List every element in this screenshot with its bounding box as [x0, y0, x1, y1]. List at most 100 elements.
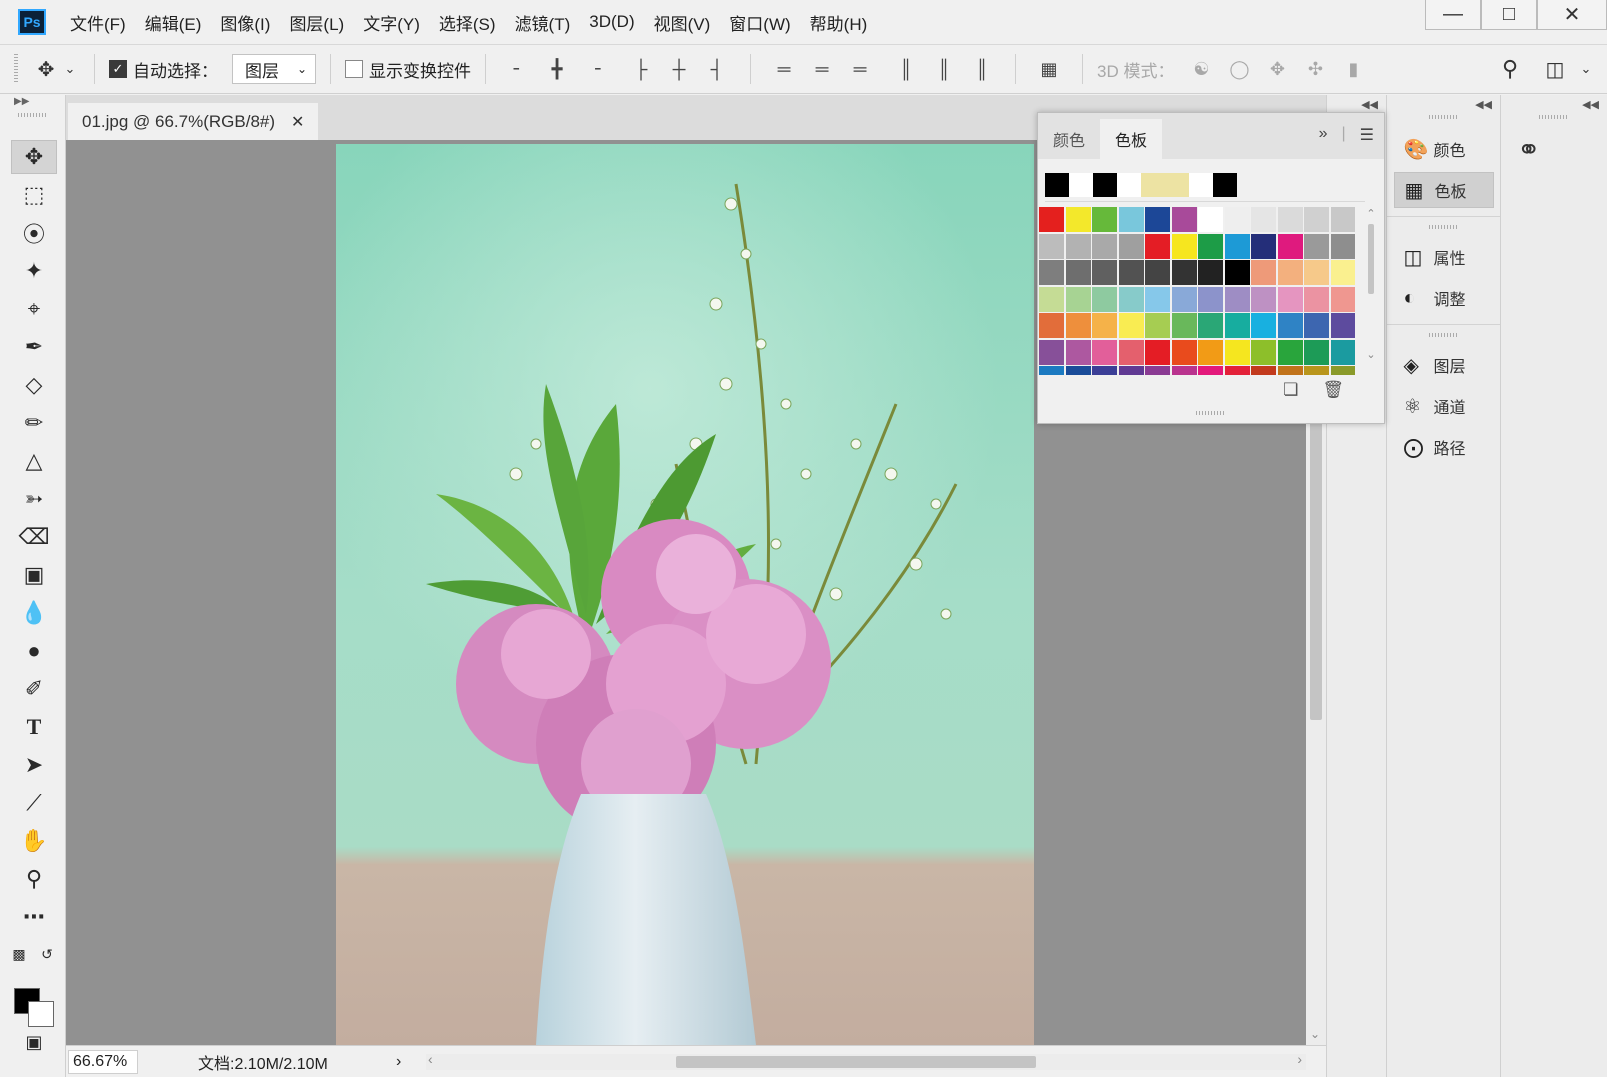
swatch[interactable]	[1330, 313, 1355, 338]
lasso-tool-icon[interactable]: ⦿	[11, 216, 57, 250]
brush-tool-icon[interactable]: ✏	[11, 406, 57, 440]
swatch[interactable]	[1065, 313, 1091, 338]
swatch[interactable]	[1277, 260, 1303, 285]
move-tool-icon[interactable]: ✥	[11, 140, 57, 174]
swatch[interactable]	[1065, 286, 1091, 312]
swatch[interactable]	[1171, 207, 1197, 232]
swatch[interactable]	[1330, 233, 1355, 259]
auto-select-checkbox[interactable]: ✓	[109, 60, 127, 78]
swatch[interactable]	[1224, 339, 1250, 365]
path-selection-tool-icon[interactable]: ➤	[11, 748, 57, 782]
dock-grip[interactable]	[1539, 115, 1569, 119]
align-bottom-edges-icon[interactable]: ╶	[576, 59, 614, 80]
swatch[interactable]	[1039, 313, 1064, 338]
swatch[interactable]	[1039, 366, 1064, 375]
swatch[interactable]	[1171, 366, 1197, 375]
swatch[interactable]	[1304, 366, 1329, 375]
swatch[interactable]	[1039, 339, 1064, 365]
eraser-tool-icon[interactable]: ⌫	[11, 520, 57, 554]
tab-color[interactable]: 颜色	[1038, 119, 1100, 159]
dock-item-color[interactable]: 🎨 颜色	[1394, 131, 1494, 167]
maximize-button[interactable]: □	[1481, 0, 1537, 30]
swatch[interactable]	[1092, 313, 1117, 338]
swatches-scrollbar-thumb[interactable]	[1368, 224, 1374, 294]
swatch[interactable]	[1277, 313, 1303, 338]
swatch[interactable]	[1065, 339, 1091, 365]
recent-swatch[interactable]	[1165, 173, 1189, 197]
dock-grip[interactable]	[1428, 333, 1459, 337]
distribute-left-edges-icon[interactable]: ║	[887, 59, 925, 80]
swatch[interactable]	[1277, 207, 1303, 232]
creative-cloud-libraries-icon[interactable]: ⚭	[1517, 133, 1607, 166]
document-image[interactable]	[336, 144, 1034, 1045]
swatch[interactable]	[1330, 260, 1355, 285]
swatch[interactable]	[1145, 260, 1170, 285]
swatch[interactable]	[1198, 339, 1223, 365]
swatch[interactable]	[1198, 260, 1223, 285]
options-bar-grip[interactable]	[14, 54, 18, 84]
swatch[interactable]	[1118, 313, 1144, 338]
tab-swatches[interactable]: 色板	[1100, 119, 1162, 159]
dock-item-properties[interactable]: ◫ 属性	[1394, 239, 1494, 275]
default-colors-icon[interactable]: ▩	[8, 937, 30, 971]
swatch[interactable]	[1145, 233, 1170, 259]
dock-item-swatches[interactable]: ▦ 色板	[1393, 172, 1494, 208]
type-tool-icon[interactable]: T	[11, 710, 57, 744]
swatch[interactable]	[1065, 366, 1091, 375]
chevron-down-icon[interactable]: ⌄	[1364, 348, 1378, 361]
crop-tool-icon[interactable]: ⌖	[11, 292, 57, 326]
swatch[interactable]	[1118, 233, 1144, 259]
chevron-left-icon[interactable]: ‹	[428, 1051, 433, 1067]
marquee-tool-icon[interactable]: ⬚	[11, 178, 57, 212]
swatch[interactable]	[1277, 233, 1303, 259]
chevron-up-icon[interactable]: ⌃	[1364, 207, 1378, 220]
menu-edit[interactable]: 编辑(E)	[145, 10, 202, 35]
3d-slide-icon[interactable]: ✣	[1296, 59, 1334, 80]
expand-panel-icon[interactable]: ▶▶	[0, 95, 65, 109]
menu-select[interactable]: 选择(S)	[439, 10, 496, 35]
dock-item-layers[interactable]: ◈ 图层	[1394, 347, 1494, 383]
align-vertical-centers-icon[interactable]: ╋	[538, 59, 576, 80]
swatch[interactable]	[1277, 286, 1303, 312]
swatch[interactable]	[1039, 207, 1064, 232]
dock-item-adjustments[interactable]: ◐ 调整	[1394, 280, 1494, 316]
swatch[interactable]	[1330, 339, 1355, 365]
distribute-horizontal-centers-icon[interactable]: ║	[925, 59, 963, 80]
gradient-tool-icon[interactable]: ▣	[11, 558, 57, 592]
swatch[interactable]	[1304, 233, 1329, 259]
swatch[interactable]	[1224, 233, 1250, 259]
swatch[interactable]	[1171, 339, 1197, 365]
show-transform-controls-checkbox[interactable]	[345, 60, 363, 78]
history-brush-tool-icon[interactable]: ➳	[11, 482, 57, 516]
move-tool-preset-icon[interactable]: ✥	[32, 57, 60, 82]
swatch[interactable]	[1198, 286, 1223, 312]
more-tools-icon[interactable]: ⋯	[11, 900, 57, 934]
line-tool-icon[interactable]: ⟋	[11, 786, 57, 820]
swatch[interactable]	[1198, 313, 1223, 338]
menu-image[interactable]: 图像(I)	[220, 10, 270, 35]
healing-brush-tool-icon[interactable]: ◇	[11, 368, 57, 402]
hand-tool-icon[interactable]: ✋	[11, 824, 57, 858]
swatch[interactable]	[1251, 286, 1276, 312]
3d-scale-icon[interactable]: ▮	[1334, 59, 1372, 80]
recent-swatch[interactable]	[1189, 173, 1213, 197]
swatch[interactable]	[1065, 260, 1091, 285]
minimize-button[interactable]: —	[1425, 0, 1481, 30]
vertical-scrollbar-thumb[interactable]	[1310, 420, 1322, 720]
distribute-bottom-edges-icon[interactable]: ═	[841, 59, 879, 80]
dodge-tool-icon[interactable]: ●	[11, 634, 57, 668]
close-window-button[interactable]: ✕	[1537, 0, 1607, 30]
distribute-right-edges-icon[interactable]: ║	[963, 59, 1001, 80]
menu-type[interactable]: 文字(Y)	[363, 10, 420, 35]
chevron-down-icon[interactable]: ⌄	[60, 61, 80, 77]
swatch[interactable]	[1145, 207, 1170, 232]
dock-item-channels[interactable]: ⚛ 通道	[1394, 388, 1494, 424]
collapse-panel-icon[interactable]: ◀◀	[1387, 95, 1500, 115]
toolbar-grip[interactable]	[18, 113, 48, 117]
swatch[interactable]	[1304, 313, 1329, 338]
collapse-panel-icon[interactable]: ◀◀	[1501, 95, 1607, 115]
dock-grip[interactable]	[1428, 115, 1459, 119]
swatch[interactable]	[1092, 207, 1117, 232]
background-color-swatch[interactable]	[28, 1001, 54, 1027]
swatch[interactable]	[1224, 207, 1250, 232]
